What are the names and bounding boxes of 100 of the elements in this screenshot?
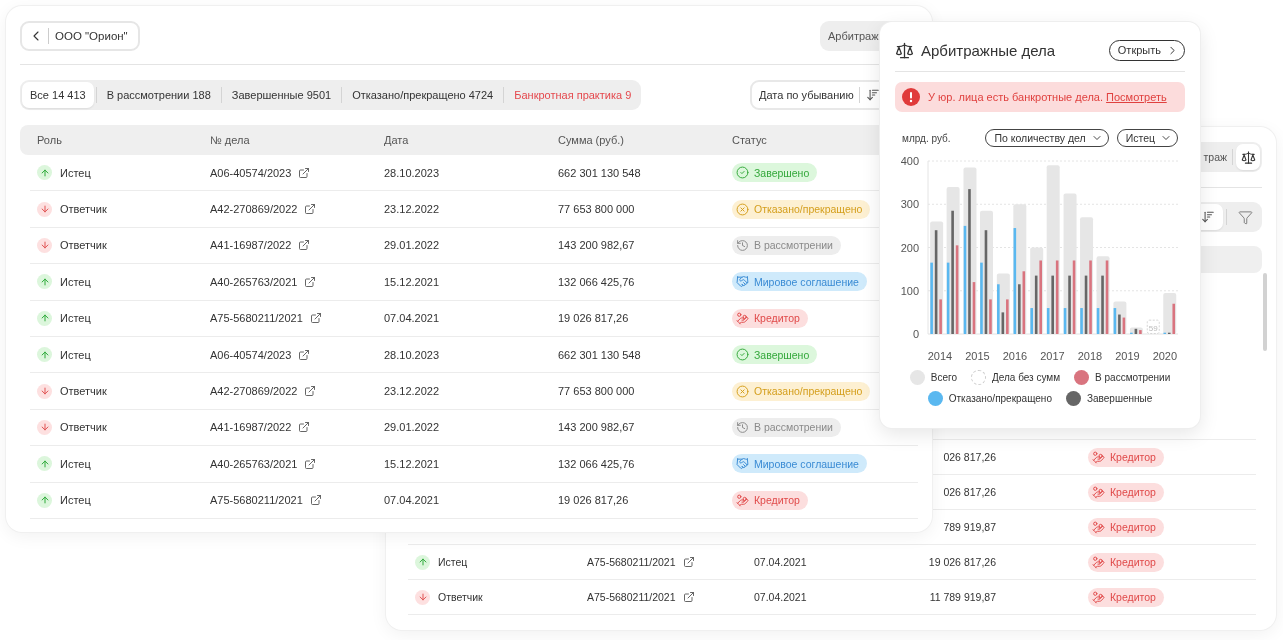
case-number: А75-5680211/2021 [587,556,676,568]
axis-tick-label: 2017 [1040,350,1065,362]
amount-text: 19 026 817,26 [558,494,629,507]
axis-tick-label: 2018 [1077,350,1103,362]
axis-tick-label: 300 [900,198,919,211]
date-text: 07.04.2021 [384,312,440,325]
amount-text: 19 026 817,26 [558,312,629,325]
axis-tick-label: 2014 [927,350,953,362]
back-button[interactable]: ООО "Орион" [20,21,140,51]
date-text: 28.10.2023 [384,348,440,361]
status-label: Кредитор [1110,556,1156,568]
role-label: Истец [60,312,91,325]
external-link-icon[interactable] [309,312,322,325]
legend-label: Отказано/прекращено [948,393,1052,404]
external-link-icon[interactable] [682,591,695,603]
arrow-up-icon [37,456,52,472]
external-link-icon[interactable] [304,203,317,216]
date-text: 23.12.2022 [384,203,440,216]
date-text: 23.12.2022 [384,385,440,398]
amount-text: 143 200 982,67 [558,421,635,434]
hand-coins-icon [1092,520,1105,534]
check-circle-icon [736,348,749,362]
status-label: Кредитор [1110,486,1156,498]
date-text: 28.10.2023 [384,166,440,179]
axis-unit-label: млрд. руб. [902,132,951,144]
hand-coins-icon [1092,555,1105,569]
scrollbar-thumb[interactable] [1263,273,1267,351]
external-link-icon[interactable] [298,421,311,434]
view-tab[interactable]: Арбитраж [822,23,885,49]
column-header[interactable]: Статус [732,134,767,146]
column-header[interactable]: Сумма (руб.) [558,134,624,146]
axis-tick-label: 2020 [1152,350,1178,362]
view-tab[interactable]: траж [1199,144,1229,170]
case-number: А41-16987/2022 [210,421,292,434]
external-link-icon[interactable] [304,457,317,470]
arrow-up-icon [37,274,52,290]
sort-field-button[interactable]: Дата по убыванию [759,89,854,101]
hand-coins-icon [736,311,749,325]
legend-label: Дела без сумм [991,372,1061,383]
filter-tab[interactable]: Все 14 413 [22,82,94,108]
history-icon [736,238,749,252]
scales-icon[interactable] [1240,149,1256,165]
filter-tab[interactable]: Отказано/прекращено 4724 [344,82,502,108]
column-header[interactable]: № дела [210,134,250,146]
status-label: В рассмотрении [754,421,833,434]
case-number: А06-40574/2023 [210,166,292,179]
case-number: А75-5680211/2021 [210,312,303,325]
arrow-down-icon [37,383,52,399]
status-label: Мировое соглашение [754,457,859,470]
hand-coins-icon [1092,485,1105,499]
role-label: Истец [60,275,91,288]
filter-tab[interactable]: Завершенные 9501 [223,82,340,108]
case-number: А75-5680211/2021 [210,494,303,507]
role-label: Истец [60,348,91,361]
role-label: Ответчик [60,239,107,252]
axis-tick-label: 400 [900,155,919,167]
arrow-down-icon [415,589,430,605]
date-text: 07.04.2021 [384,494,440,507]
external-link-icon[interactable] [309,494,322,507]
external-link-icon[interactable] [298,239,311,252]
x-circle-icon [736,202,749,216]
axis-tick-label: 2015 [965,350,990,362]
legend-label: Всего [930,372,957,383]
column-header[interactable]: Дата [384,134,409,146]
sort-descending-icon[interactable] [1201,210,1215,224]
case-number: А42-270869/2022 [210,385,298,398]
date-text: 07.04.2021 [754,591,807,603]
amount-text: 789 919,87 [942,521,996,533]
amount-text: 143 200 982,67 [558,239,635,252]
role-label: Ответчик [438,591,483,603]
handshake-icon [736,457,749,471]
arrow-down-icon [37,201,52,217]
view-tab[interactable] [1236,144,1260,170]
date-text: 15.12.2021 [384,457,440,470]
arrow-up-icon [37,165,52,181]
axis-tick-label: 2019 [1115,350,1140,362]
amount-text: 132 066 425,76 [558,457,635,470]
case-number: А40-265763/2021 [210,275,298,288]
status-label: Мировое соглашение [754,275,859,288]
case-number: А42-270869/2022 [210,203,298,216]
external-link-icon[interactable] [304,385,317,398]
amount-text: 662 301 130 548 [558,348,641,361]
external-link-icon[interactable] [682,556,695,568]
filter-tab[interactable]: В рассмотрении 188 [98,82,219,108]
column-header[interactable]: Роль [37,134,62,146]
external-link-icon[interactable] [304,275,317,288]
date-text: 29.01.2022 [384,421,440,434]
external-link-icon[interactable] [298,348,311,361]
check-circle-icon [736,166,749,180]
case-number: А41-16987/2022 [210,239,292,252]
amount-text: 11 789 919,87 [928,591,996,603]
scales-icon [895,40,914,60]
sort-descending-icon[interactable] [865,88,880,102]
x-circle-icon [736,384,749,398]
status-label: В рассмотрении [754,239,833,252]
hand-coins-icon [1092,590,1105,604]
amount-text: 662 301 130 548 [558,166,641,179]
status-label: Отказано/прекращено [754,385,863,398]
alert-icon [902,88,920,106]
external-link-icon[interactable] [298,166,311,179]
